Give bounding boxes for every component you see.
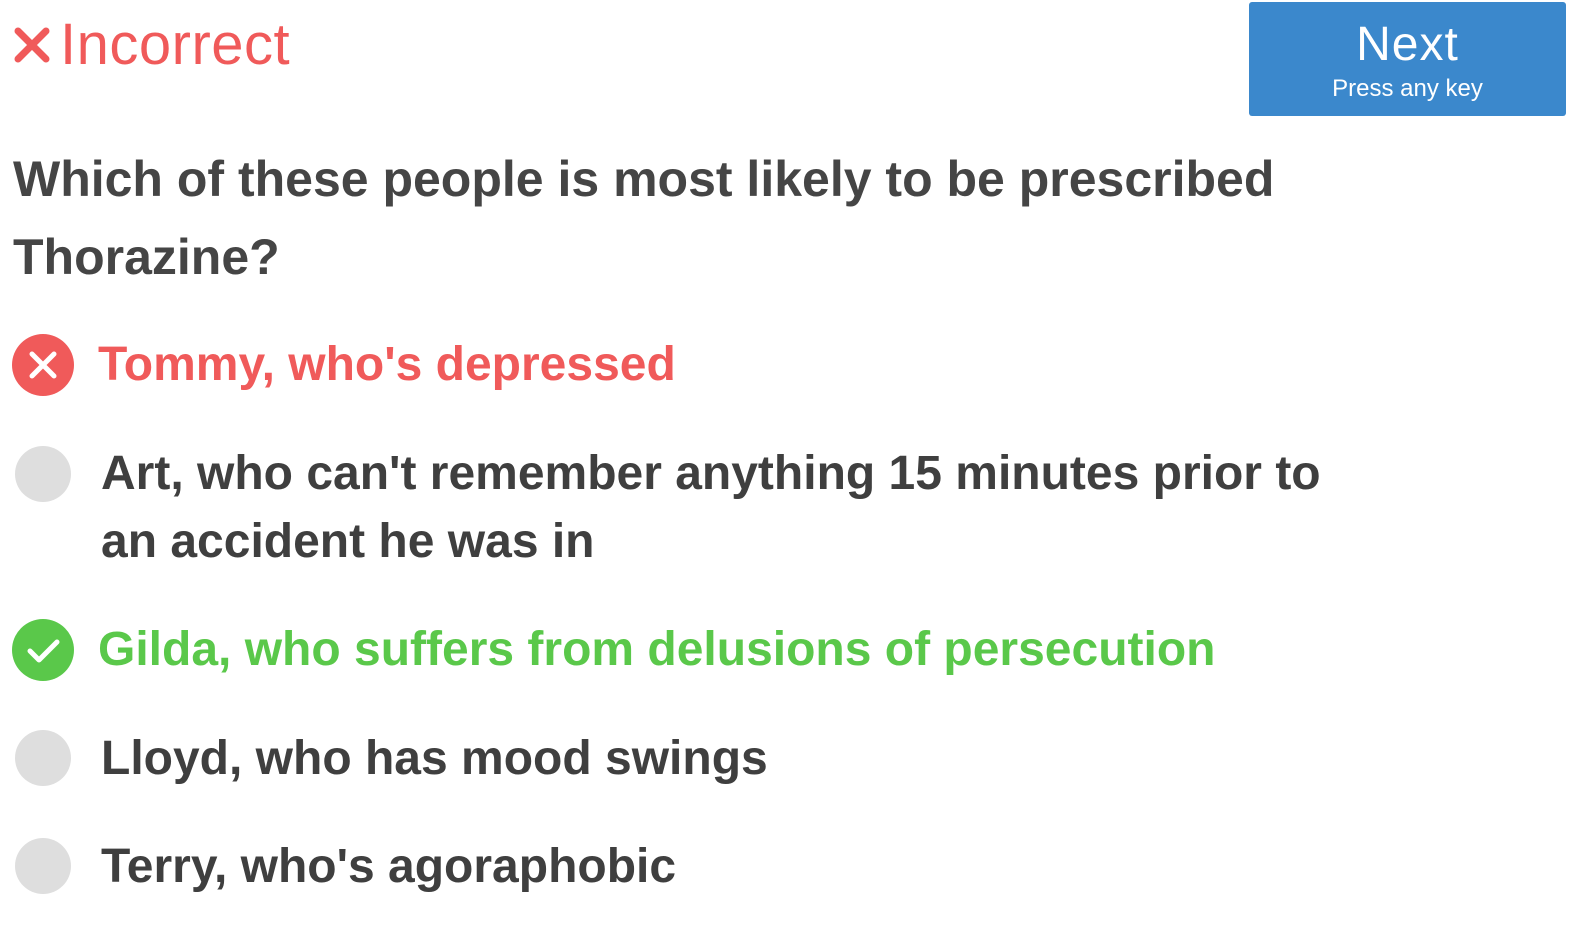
empty-circle-icon (15, 730, 71, 786)
check-circle-icon (12, 619, 74, 681)
question-text: Which of these people is most likely to … (13, 151, 1275, 285)
answer-option[interactable]: Tommy, who's depressed (12, 334, 1378, 399)
close-icon (12, 25, 52, 65)
result-label: Incorrect (60, 12, 291, 77)
empty-circle-icon (15, 838, 71, 894)
answer-option-label: Lloyd, who has mood swings (101, 732, 768, 785)
x-circle-icon (12, 334, 74, 396)
answer-option-label: Terry, who's agoraphobic (101, 840, 677, 893)
answer-option-label: Tommy, who's depressed (98, 338, 676, 391)
next-button-hint: Press any key (1332, 75, 1483, 102)
answer-option[interactable]: Lloyd, who has mood swings (12, 727, 1381, 793)
answer-option[interactable]: Art, who can't remember anything 15 minu… (12, 443, 1381, 576)
answer-option-label: Art, who can't remember anything 15 minu… (101, 447, 1321, 568)
next-button-label: Next (1356, 18, 1459, 71)
answer-option[interactable]: Terry, who's agoraphobic (12, 835, 1381, 901)
result-status: Incorrect (12, 10, 290, 80)
empty-circle-icon (15, 446, 71, 502)
answer-option-label: Gilda, who suffers from delusions of per… (98, 623, 1216, 676)
answer-option[interactable]: Gilda, who suffers from delusions of per… (12, 619, 1378, 684)
next-button[interactable]: Next Press any key (1249, 2, 1566, 116)
